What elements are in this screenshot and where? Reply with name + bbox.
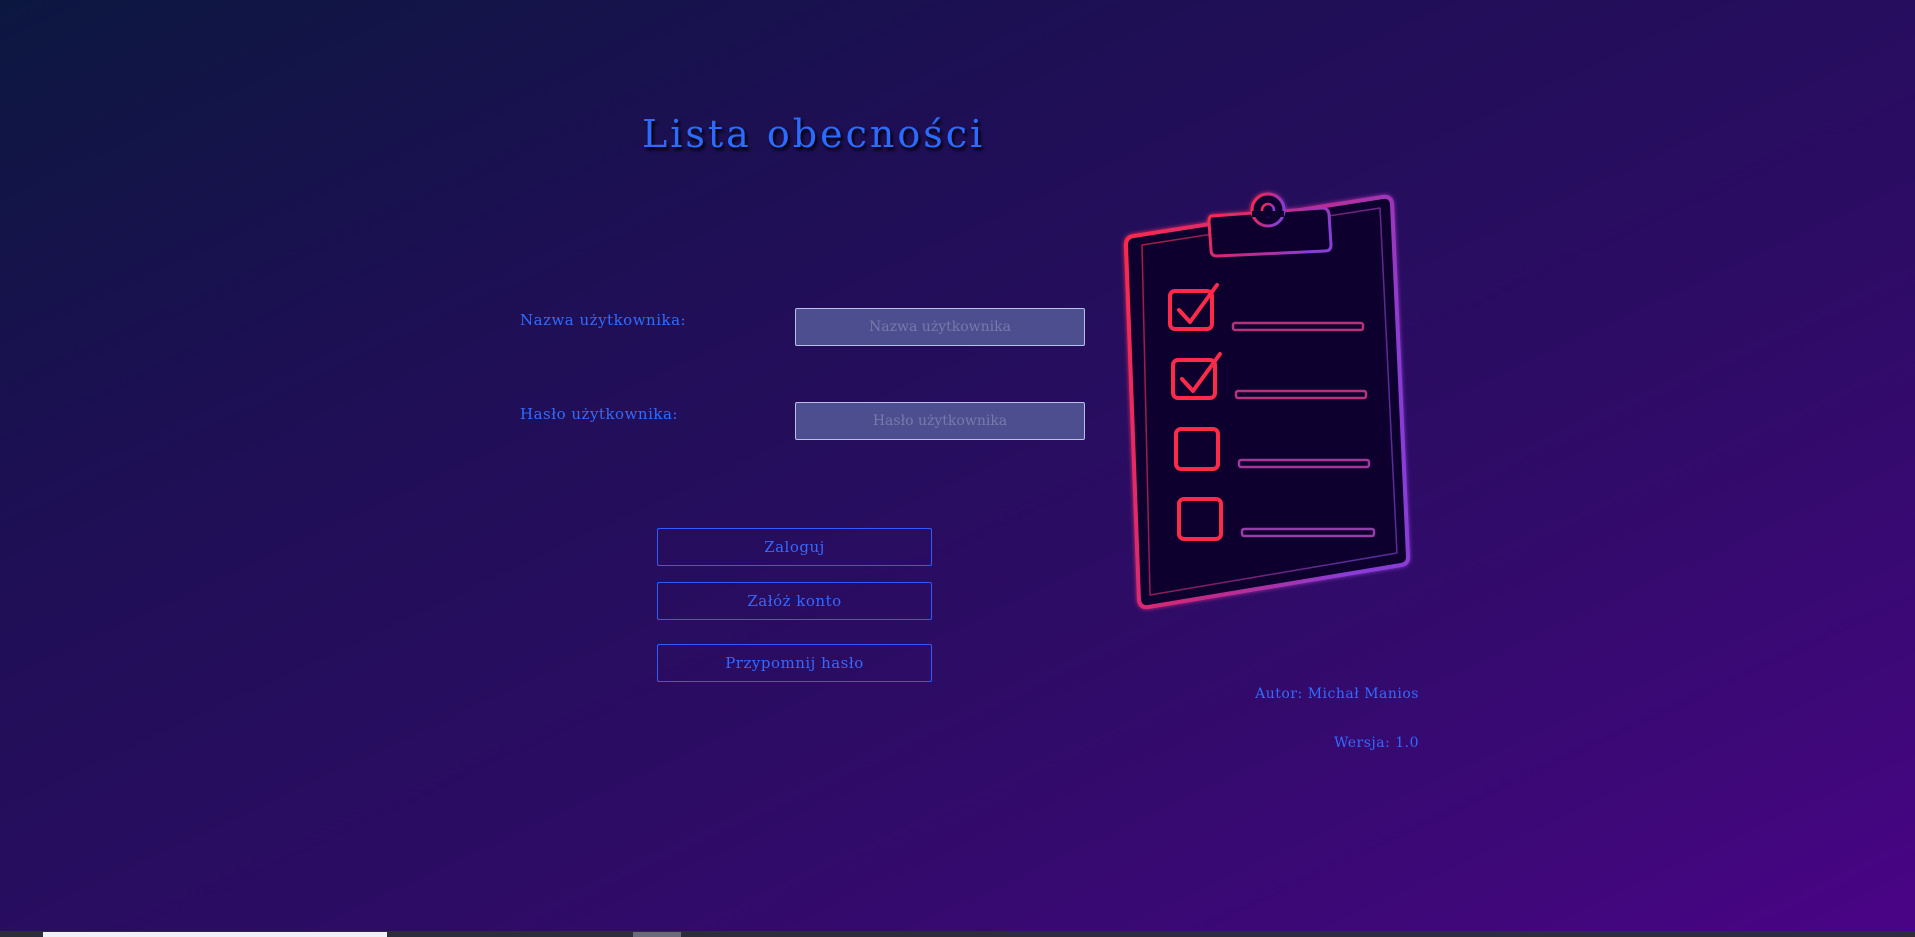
horizontal-scrollbar[interactable] bbox=[0, 931, 1915, 937]
page-title: Lista obecności bbox=[642, 112, 986, 156]
recover-password-button[interactable]: Przypomnij hasło bbox=[657, 644, 932, 682]
register-button[interactable]: Załóż konto bbox=[657, 582, 932, 620]
taskbar-segment bbox=[43, 932, 387, 937]
password-label: Hasło użytkownika: bbox=[520, 405, 678, 423]
version-label: Wersja: 1.0 bbox=[1333, 735, 1419, 751]
username-input[interactable] bbox=[795, 308, 1085, 346]
password-input[interactable] bbox=[795, 402, 1085, 440]
login-button[interactable]: Zaloguj bbox=[657, 528, 932, 566]
author-credit: Autor: Michał Manios bbox=[1255, 686, 1419, 702]
username-label: Nazwa użytkownika: bbox=[520, 311, 687, 329]
scrollbar-thumb[interactable] bbox=[633, 932, 681, 937]
clipboard-checklist-icon bbox=[1124, 192, 1410, 610]
